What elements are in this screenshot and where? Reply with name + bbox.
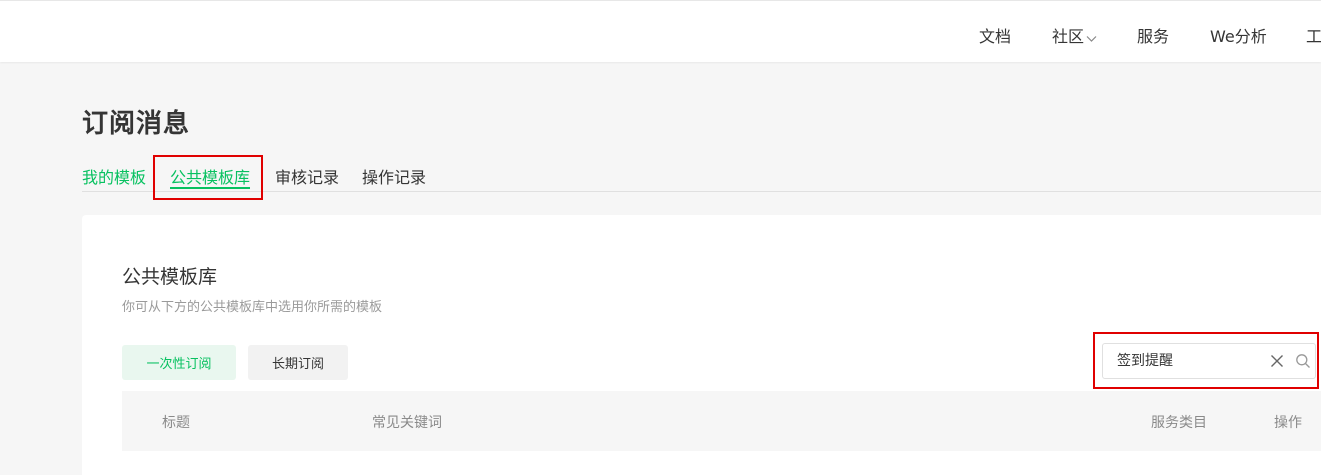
highlight-box-tab [153,155,263,200]
tab-review-records[interactable]: 审核记录 [275,164,339,188]
top-navbar: 文档 社区 服务 We分析 工 [0,0,1321,62]
highlight-box-search [1093,332,1319,389]
tab-operation-records[interactable]: 操作记录 [362,164,426,188]
nav-services[interactable]: 服务 [1137,23,1169,47]
nav-tools[interactable]: 工 [1306,23,1321,47]
filter-one-time-subscription[interactable]: 一次性订阅 [122,345,236,380]
column-header-keywords: 常见关键词 [372,415,442,431]
nav-docs[interactable]: 文档 [979,23,1011,47]
filter-long-term-subscription[interactable]: 长期订阅 [248,345,348,380]
tab-my-templates[interactable]: 我的模板 [82,164,146,188]
column-header-title: 标题 [162,415,190,431]
nav-community[interactable]: 社区 [1052,23,1097,47]
filter-label: 一次性订阅 [146,357,212,372]
page-title: 订阅消息 [82,109,191,139]
tab-bar: 我的模板 公共模板库 审核记录 操作记录 [82,162,1321,192]
column-header-actions: 操作 [1274,415,1302,431]
table-header: 标题 常见关键词 服务类目 操作 [122,391,1321,451]
column-header-service-category: 服务类目 [1151,415,1207,431]
card-title: 公共模板库 [122,266,218,288]
chevron-down-icon [1086,28,1097,47]
card-description: 你可从下方的公共模板库中选用你所需的模板 [122,300,383,315]
nav-community-label: 社区 [1052,27,1085,46]
nav-we-analytics[interactable]: We分析 [1210,23,1267,47]
filter-label: 长期订阅 [271,357,324,372]
